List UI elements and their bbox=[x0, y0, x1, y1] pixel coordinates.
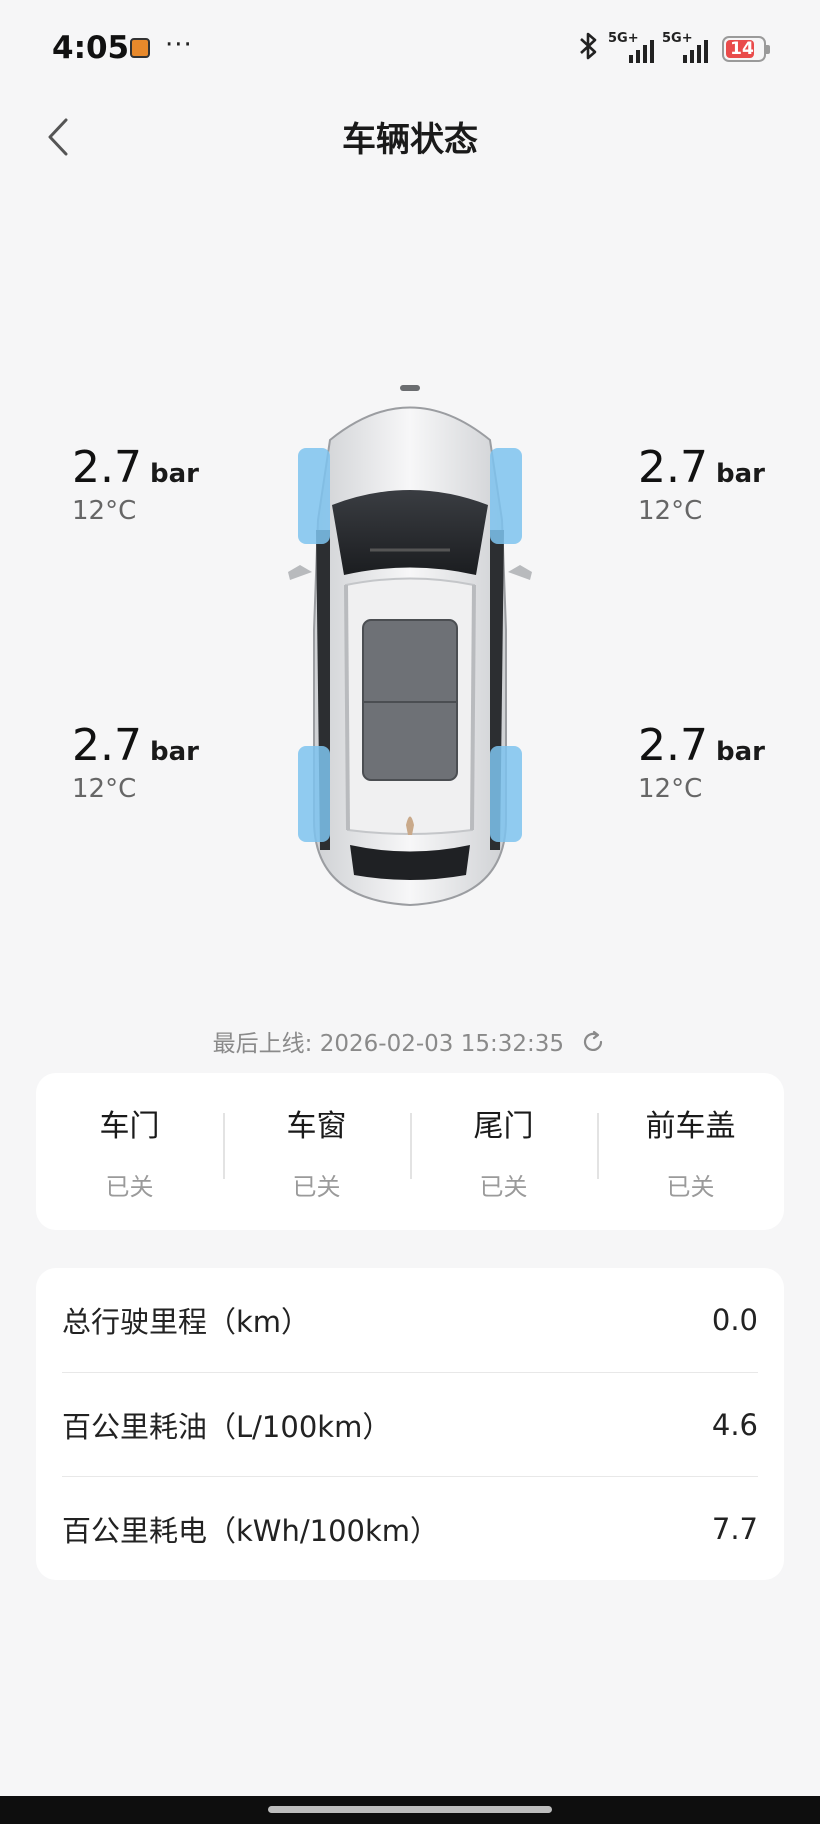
closure-name: 车窗 bbox=[286, 1109, 347, 1144]
closure-status: 已关 bbox=[666, 1173, 715, 1201]
stat-label: 百公里耗电（kWh/100km） bbox=[62, 1513, 440, 1548]
tire-pressure-unit: bar bbox=[149, 737, 199, 767]
stat-total-mileage: 总行驶里程（km） 0.0 bbox=[62, 1268, 758, 1372]
vehicle-stats-card: 总行驶里程（km） 0.0 百公里耗油（L/100km） 4.6 百公里耗电（k… bbox=[36, 1268, 784, 1580]
stat-value: 4.6 bbox=[711, 1407, 758, 1442]
tire-pressure-unit: bar bbox=[149, 459, 199, 489]
stat-fuel-consumption: 百公里耗油（L/100km） 4.6 bbox=[62, 1372, 758, 1476]
bluetooth-icon bbox=[578, 31, 600, 68]
stat-label: 百公里耗油（L/100km） bbox=[62, 1409, 392, 1444]
status-bar: 4:05 ··· 5G+ 5G+ 14 bbox=[0, 0, 820, 98]
stat-label: 总行驶里程（km） bbox=[62, 1305, 311, 1339]
closure-name: 车门 bbox=[99, 1109, 160, 1144]
tire-indicator-front-left bbox=[298, 448, 330, 544]
closure-doors: 车门 已关 bbox=[36, 1101, 223, 1202]
battery-icon: 14 bbox=[722, 36, 770, 62]
page-title: 车辆状态 bbox=[342, 120, 478, 160]
tire-temperature: 12°C bbox=[638, 496, 703, 526]
tire-temperature: 12°C bbox=[72, 496, 137, 526]
tire-pressure: 2.7 bbox=[72, 442, 142, 493]
closure-name: 前车盖 bbox=[645, 1109, 736, 1144]
tire-pressure-unit: bar bbox=[715, 459, 765, 489]
closure-status-card: 车门 已关 车窗 已关 尾门 已关 前车盖 已关 bbox=[36, 1073, 784, 1230]
status-time: 4:05 bbox=[52, 30, 130, 66]
stat-value: 7.7 bbox=[711, 1511, 758, 1546]
stat-electric-consumption: 百公里耗电（kWh/100km） 7.7 bbox=[62, 1476, 758, 1580]
tire-pressure: 2.7 bbox=[638, 442, 708, 493]
last-online-text: 最后上线: 2026-02-03 15:32:35 bbox=[212, 1031, 565, 1057]
tire-rear-left: 2.7 bar 12°C bbox=[72, 724, 199, 805]
tire-front-right: 2.7 bar 12°C bbox=[638, 446, 765, 527]
tire-pressure: 2.7 bbox=[638, 720, 708, 771]
closure-status: 已关 bbox=[292, 1173, 341, 1201]
closure-windows: 车窗 已关 bbox=[223, 1101, 410, 1202]
tire-front-left: 2.7 bar 12°C bbox=[72, 446, 199, 527]
tire-indicator-rear-left bbox=[298, 746, 330, 842]
more-notifications-icon: ··· bbox=[165, 30, 193, 60]
tire-indicator-rear-right bbox=[490, 746, 522, 842]
closure-tailgate: 尾门 已关 bbox=[410, 1101, 597, 1202]
tire-rear-right: 2.7 bar 12°C bbox=[638, 724, 765, 805]
signal-icon-2: 5G+ bbox=[662, 31, 708, 65]
tire-indicator-front-right bbox=[490, 448, 522, 544]
navigation-bar bbox=[0, 1796, 820, 1824]
closure-name: 尾门 bbox=[473, 1109, 534, 1144]
tire-temperature: 12°C bbox=[72, 774, 137, 804]
closure-hood: 前车盖 已关 bbox=[597, 1101, 784, 1202]
car-top-view-image bbox=[280, 380, 540, 920]
app-notification-icon bbox=[130, 38, 150, 58]
closure-status: 已关 bbox=[105, 1173, 154, 1201]
battery-level: 14 bbox=[730, 39, 754, 59]
tire-pressure-unit: bar bbox=[715, 737, 765, 767]
signal-icon: 5G+ bbox=[608, 31, 654, 65]
tire-temperature: 12°C bbox=[638, 774, 703, 804]
closure-status: 已关 bbox=[479, 1173, 528, 1201]
tire-pressure: 2.7 bbox=[72, 720, 142, 771]
refresh-icon[interactable] bbox=[579, 1028, 607, 1062]
home-indicator[interactable] bbox=[268, 1806, 552, 1813]
last-online-row: 最后上线: 2026-02-03 15:32:35 bbox=[0, 1024, 820, 1062]
stat-value: 0.0 bbox=[711, 1303, 758, 1337]
